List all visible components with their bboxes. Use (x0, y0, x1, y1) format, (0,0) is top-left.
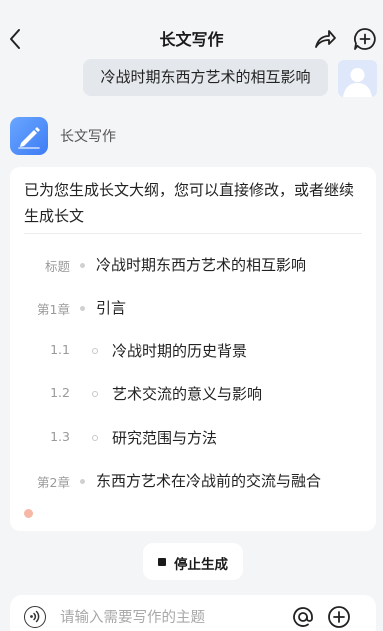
outline-item-label: 1.1 (50, 342, 70, 357)
composer-bar (10, 595, 376, 631)
bot-name: 长文写作 (60, 129, 116, 145)
voice-icon (30, 610, 40, 623)
bullet-ring-icon (92, 348, 98, 354)
outline-item-section[interactable]: 1.3 研究范围与方法 (10, 426, 376, 450)
back-button[interactable] (6, 26, 26, 52)
new-chat-button[interactable] (352, 26, 378, 52)
person-icon (343, 68, 372, 97)
outline-item-chapter[interactable]: 第2章 东西方艺术在冷战前的交流与融合 (10, 469, 376, 493)
outline-item-chapter[interactable]: 第1章 引言 (10, 296, 376, 320)
mention-button[interactable] (291, 605, 315, 629)
outline-item-text: 研究范围与方法 (112, 429, 218, 447)
bullet-dot-icon (80, 263, 85, 268)
outline-item-text: 东西方艺术在冷战前的交流与融合 (96, 472, 322, 490)
bullet-dot-icon (80, 479, 85, 484)
outline-item-text: 引言 (96, 299, 127, 317)
stop-generating-button[interactable]: 停止生成 (143, 543, 243, 580)
voice-input-button[interactable] (24, 606, 46, 628)
pen-icon (18, 127, 40, 149)
stop-generating-label: 停止生成 (174, 557, 228, 573)
plus-icon (328, 606, 350, 628)
outline-item-label: 1.2 (50, 385, 70, 400)
stop-icon (158, 558, 166, 566)
outline-item-label: 1.3 (50, 429, 70, 444)
outline-item-text: 艺术交流的意义与影响 (112, 385, 263, 403)
bullet-ring-icon (92, 435, 98, 441)
share-button[interactable] (313, 28, 337, 50)
share-icon (315, 30, 336, 48)
outline-card: 已为您生成长文大纲，您可以直接修改，或者继续生成长文 标题 冷战时期东西方艺术的… (10, 167, 376, 531)
user-avatar[interactable] (338, 60, 377, 97)
outline-item-section[interactable]: 1.2 艺术交流的意义与影响 (10, 382, 376, 406)
outline-item-section[interactable]: 1.1 冷战时期的历史背景 (10, 339, 376, 363)
outline-item-text: 冷战时期东西方艺术的相互影响 (96, 256, 307, 274)
bot-avatar (10, 117, 48, 155)
outline-item-title[interactable]: 标题 冷战时期东西方艺术的相互影响 (10, 253, 376, 277)
topic-input[interactable] (60, 607, 275, 629)
at-icon (293, 607, 313, 627)
generating-indicator (24, 509, 33, 518)
outline-intro-text: 已为您生成长文大纲，您可以直接修改，或者继续生成长文 (24, 181, 355, 225)
chat-plus-icon (354, 28, 376, 50)
divider (24, 233, 362, 234)
outline-item-label: 第2章 (37, 475, 70, 490)
chevron-left-icon (10, 29, 20, 49)
outline-item-text: 冷战时期的历史背景 (112, 342, 248, 360)
bullet-ring-icon (92, 391, 98, 397)
add-button[interactable] (327, 605, 351, 629)
outline-item-label: 标题 (44, 259, 70, 274)
user-message-bubble: 冷战时期东西方艺术的相互影响 (83, 59, 328, 96)
bullet-dot-icon (80, 306, 85, 311)
outline-item-label: 第1章 (37, 302, 70, 317)
